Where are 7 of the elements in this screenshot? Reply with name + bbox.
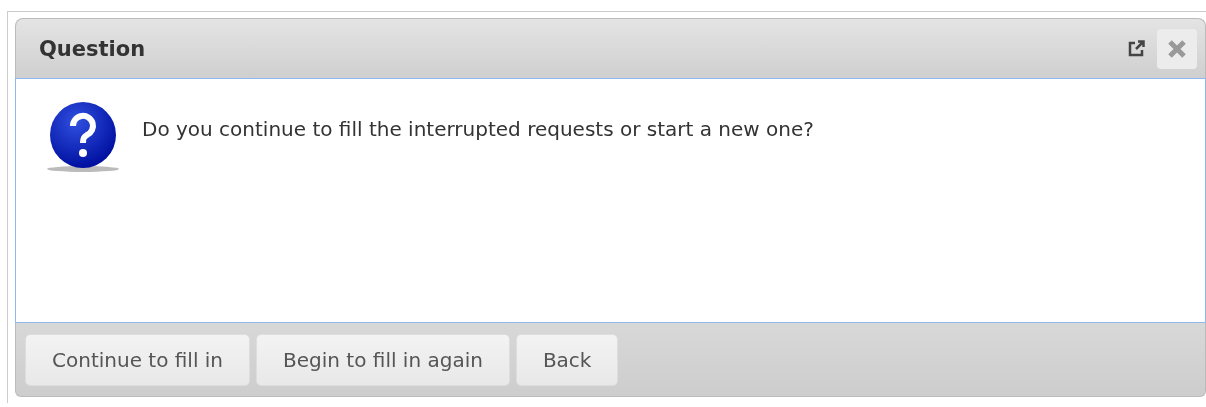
question-icon (46, 99, 120, 173)
dialog-button[interactable]: Begin to fill in again (256, 333, 510, 386)
close-icon (1167, 38, 1187, 59)
question-text: Do you continue to fill the interrupted requests or start a new one? (142, 117, 814, 141)
dialog-button[interactable]: Continue to fill in (25, 333, 251, 386)
dialog-button[interactable]: Back (515, 333, 619, 386)
window-title: Question (39, 36, 147, 61)
